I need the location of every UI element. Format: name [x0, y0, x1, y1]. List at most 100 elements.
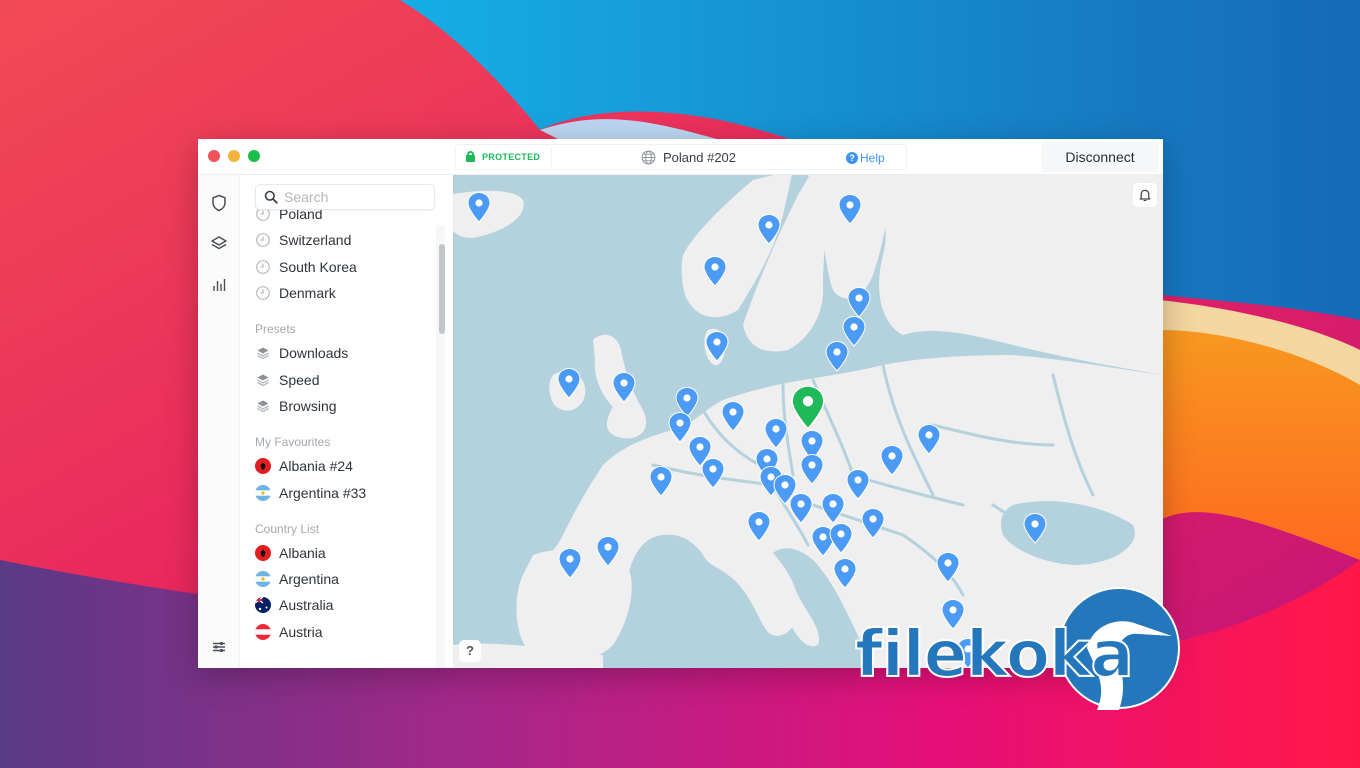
server-pin[interactable]: [611, 371, 637, 403]
server-pin[interactable]: [756, 213, 782, 245]
watermark-text: filekoka: [854, 617, 1135, 693]
country-label: Albania: [279, 544, 326, 561]
presets-heading: Presets: [255, 322, 296, 337]
server-pin[interactable]: [879, 444, 905, 476]
help-link[interactable]: ? Help: [846, 151, 885, 165]
server-sidebar: Poland Switzerland South Korea Denmark P…: [240, 175, 453, 668]
server-pin[interactable]: [837, 193, 863, 225]
clock-icon: [255, 285, 271, 301]
sliders-icon[interactable]: [209, 637, 229, 657]
protected-label: PROTECTED: [482, 151, 541, 162]
favourite-item[interactable]: Albania #24: [255, 453, 435, 479]
scrollbar-thumb[interactable]: [439, 244, 445, 334]
favourites-heading: My Favourites: [255, 435, 331, 450]
search-input[interactable]: [284, 189, 424, 205]
layers-icon: [255, 398, 271, 414]
server-pin[interactable]: [824, 340, 850, 372]
country-item[interactable]: Argentina: [255, 566, 435, 592]
albania-flag-icon: [255, 544, 271, 561]
country-item[interactable]: Albania: [255, 540, 435, 566]
server-pin[interactable]: [648, 465, 674, 497]
argentina-flag-icon: [255, 571, 271, 588]
server-pin[interactable]: [860, 507, 886, 539]
server-pin[interactable]: [746, 510, 772, 542]
austria-flag-icon: [255, 623, 271, 640]
server-pin[interactable]: [1022, 512, 1048, 544]
australia-flag-icon: [255, 597, 271, 614]
protected-status: PROTECTED: [466, 151, 540, 162]
preset-label: Speed: [279, 371, 320, 388]
connection-status-bar: PROTECTED Poland #202 ? Help: [455, 144, 907, 170]
clock-icon: [255, 232, 271, 248]
server-pin[interactable]: [845, 468, 871, 500]
server-name: Poland #202: [663, 150, 737, 165]
server-pin[interactable]: [700, 457, 726, 489]
layers-icon: [255, 345, 271, 361]
preset-item[interactable]: Speed: [255, 366, 435, 392]
server-list[interactable]: Poland Switzerland South Korea Denmark P…: [255, 206, 435, 645]
server-pin[interactable]: [704, 330, 730, 362]
server-pin[interactable]: [595, 535, 621, 567]
country-label: Argentina: [279, 571, 339, 588]
search-icon: [264, 190, 278, 204]
maximize-window-button[interactable]: [248, 150, 260, 162]
search-box[interactable]: [255, 184, 435, 210]
map-help-button[interactable]: ?: [459, 640, 481, 662]
server-pin[interactable]: [720, 400, 746, 432]
argentina-flag-icon: [255, 484, 271, 501]
server-pin[interactable]: [763, 417, 789, 449]
clock-icon: [255, 259, 271, 275]
recent-item[interactable]: South Korea: [255, 254, 435, 280]
filekoka-watermark: filekoka: [852, 586, 1182, 711]
left-rail: [198, 175, 240, 668]
help-label: Help: [860, 151, 885, 165]
country-label: Austria: [279, 623, 323, 640]
help-icon: ?: [846, 152, 858, 164]
country-item[interactable]: Austria: [255, 619, 435, 645]
recent-label: Denmark: [279, 285, 336, 302]
preset-item[interactable]: Browsing: [255, 393, 435, 419]
connected-server-pin[interactable]: [789, 384, 827, 430]
server-pin[interactable]: [466, 191, 492, 223]
server-pin[interactable]: [556, 367, 582, 399]
window-controls: [208, 150, 260, 162]
preset-label: Downloads: [279, 345, 349, 362]
notifications-button[interactable]: [1133, 183, 1157, 207]
server-pin[interactable]: [702, 255, 728, 287]
server-pin[interactable]: [820, 492, 846, 524]
minimize-window-button[interactable]: [228, 150, 240, 162]
recent-item[interactable]: Switzerland: [255, 227, 435, 253]
server-pin[interactable]: [846, 286, 872, 318]
close-window-button[interactable]: [208, 150, 220, 162]
server-pin[interactable]: [935, 551, 961, 583]
divider: [551, 148, 552, 166]
server-pin[interactable]: [557, 547, 583, 579]
server-pin[interactable]: [828, 522, 854, 554]
lock-icon: [466, 151, 475, 162]
globe-icon: [641, 150, 656, 165]
preset-label: Browsing: [279, 397, 337, 414]
preset-item[interactable]: Downloads: [255, 340, 435, 366]
shield-icon[interactable]: [209, 193, 229, 213]
server-pin[interactable]: [788, 492, 814, 524]
current-server[interactable]: Poland #202: [641, 150, 736, 165]
favourite-label: Albania #24: [279, 458, 353, 475]
title-bar: PROTECTED Poland #202 ? Help Disconnect: [198, 139, 1163, 175]
server-pin[interactable]: [916, 423, 942, 455]
favourite-label: Argentina #33: [279, 484, 367, 501]
recent-item[interactable]: Denmark: [255, 280, 435, 306]
favourite-item[interactable]: Argentina #33: [255, 479, 435, 505]
country-item[interactable]: Australia: [255, 592, 435, 618]
stats-icon[interactable]: [209, 275, 229, 295]
bell-icon: [1139, 189, 1151, 202]
disconnect-button[interactable]: Disconnect: [1041, 142, 1159, 172]
country-list-heading: Country List: [255, 521, 320, 536]
server-pin[interactable]: [832, 557, 858, 589]
layers-icon: [255, 372, 271, 388]
recent-label: Switzerland: [279, 232, 352, 249]
server-pin[interactable]: [799, 453, 825, 485]
recent-label: South Korea: [279, 258, 357, 275]
layers-icon[interactable]: [209, 234, 229, 254]
albania-flag-icon: [255, 458, 271, 475]
country-label: Australia: [279, 597, 334, 614]
